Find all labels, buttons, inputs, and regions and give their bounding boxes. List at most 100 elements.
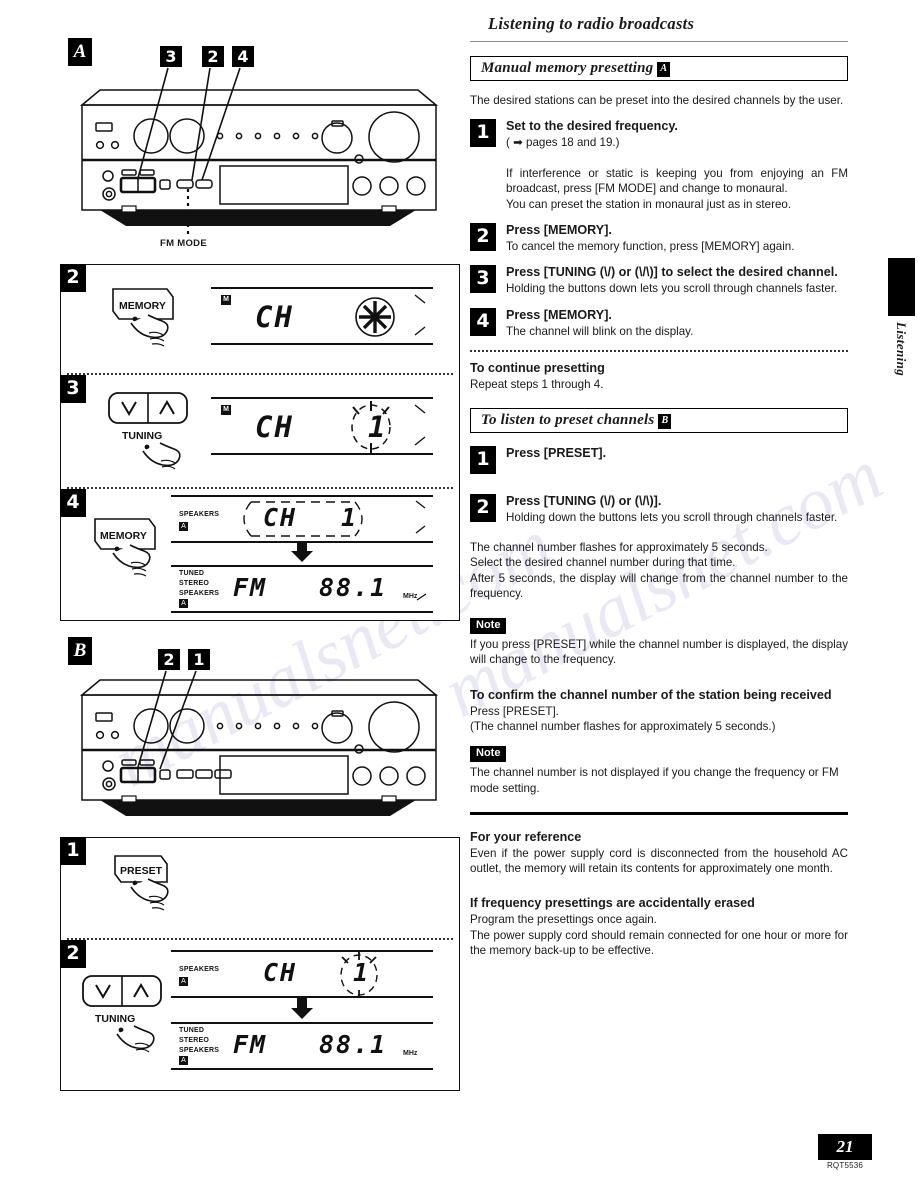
- left-figure-column: A 3 2 4 FM MODE 2 MEMORY M CH 3 TUNING M…: [60, 28, 460, 1091]
- memory-button-illustration[interactable]: MEMORY: [91, 515, 171, 596]
- step-1-title: Set to the desired frequency.: [506, 119, 678, 134]
- title-rule: [470, 41, 848, 42]
- note-tag: Note: [470, 746, 507, 763]
- step-2-b: 2 Press [TUNING (\/) or (\/\)]. Holding …: [470, 493, 848, 525]
- memory-indicator: M: [221, 405, 231, 415]
- blink-oval-outline: [243, 501, 363, 537]
- display-value: 1: [368, 410, 388, 444]
- step-1-number: 1: [470, 445, 496, 474]
- step-1-title: Press [PRESET].: [506, 445, 607, 460]
- display-corner-marks: [414, 404, 426, 446]
- confirm-body-1: Press [PRESET].: [470, 704, 559, 718]
- frequency-value: 88.1: [319, 573, 388, 602]
- speakers-label: SPEAKERS: [179, 590, 220, 597]
- display-step-b2-bottom: TUNED STEREO SPEAKERS A FM 88.1 MHz: [171, 1022, 433, 1070]
- step-3-number: 3: [470, 265, 496, 294]
- intro-paragraph: The desired stations can be preset into …: [470, 94, 844, 107]
- document-code: RQT5536: [826, 1161, 864, 1170]
- step-2-title: Press [TUNING (\/) or (\/\)].: [506, 493, 662, 508]
- step-4-a: 4 Press [MEMORY]. The channel will blink…: [470, 307, 848, 339]
- side-tab-block: [888, 258, 915, 316]
- step-4-title: Press [MEMORY].: [506, 307, 612, 322]
- step-2-body: To cancel the memory function, press [ME…: [506, 240, 795, 254]
- figure-a: A 3 2 4 FM MODE: [60, 28, 460, 260]
- step-2-number: 2: [60, 940, 86, 968]
- display-text: CH: [255, 300, 294, 334]
- display-corner-marks: [415, 500, 426, 534]
- speakers-label: SPEAKERS: [179, 966, 220, 973]
- stereo-indicator: STEREO: [179, 580, 209, 587]
- steps-box-a: 2 MEMORY M CH 3 TUNING M CH 1 4 MEMORY S…: [60, 264, 460, 621]
- erased-body-2: The power supply cord should remain conn…: [470, 928, 848, 958]
- step-2-number: 2: [60, 264, 86, 292]
- step-1-ref: ( ➡ pages 18 and 19.): [506, 136, 620, 150]
- flash-star-icon: [355, 297, 395, 337]
- figure-b: B 2 1: [60, 635, 460, 835]
- steps-box-b: 1 PRESET 2 TUNING SPEAKERS A CH 1 TUNED …: [60, 837, 460, 1091]
- step-2-body: Holding down the buttons lets you scroll…: [506, 510, 838, 524]
- memory-button-illustration[interactable]: MEMORY: [109, 285, 189, 366]
- memory-indicator: M: [221, 295, 231, 305]
- step-1-a: 1 Set to the desired frequency. ( ➡ page…: [470, 118, 848, 212]
- confirm-body-2: (The channel number flashes for approxim…: [470, 719, 776, 733]
- display-value: 1: [353, 958, 371, 987]
- note-2: Note The channel number is not displayed…: [470, 743, 848, 796]
- step-2-number: 2: [470, 223, 496, 252]
- note-1: Note If you press [PRESET] while the cha…: [470, 615, 848, 668]
- note-2-body: The channel number is not displayed if y…: [470, 766, 839, 795]
- transition-arrow-icon: [291, 998, 313, 1019]
- section-bar-label: To listen to preset channels: [481, 411, 655, 428]
- tuned-indicator: TUNED: [179, 1027, 205, 1034]
- svg-text:TUNING: TUNING: [95, 1013, 135, 1025]
- step-3-number: 3: [60, 375, 86, 403]
- step-2-number: 2: [470, 493, 496, 522]
- display-step-3: M CH 1: [211, 397, 433, 455]
- stereo-indicator: STEREO: [179, 1037, 209, 1044]
- erased-heading: If frequency presettings are accidentall…: [470, 896, 755, 911]
- frequency-value: 88.1: [319, 1030, 388, 1059]
- svg-text:MEMORY: MEMORY: [100, 530, 147, 542]
- side-tab-label: Listening: [894, 322, 909, 377]
- receiver-illustration-a: [79, 89, 439, 236]
- page-footer: 21 RQT5536: [818, 1134, 872, 1170]
- section-divider: [470, 812, 848, 815]
- display-text: CH: [263, 503, 298, 532]
- svg-text:TUNING: TUNING: [122, 430, 162, 442]
- step-1-number: 1: [470, 119, 496, 148]
- section-bar-manual-memory-presetting: Manual memory presetting A: [470, 56, 848, 81]
- section-bar-label: Manual memory presetting: [481, 60, 654, 76]
- tuned-indicator: TUNED: [179, 570, 205, 577]
- right-text-column: Listening to radio broadcasts Manual mem…: [470, 14, 848, 963]
- page-number: 21: [818, 1134, 872, 1160]
- display-text: CH: [255, 410, 294, 444]
- fm-mode-caption: FM MODE: [160, 238, 207, 249]
- confirm-heading: To confirm the channel number of the sta…: [470, 687, 832, 702]
- display-step-2: M CH: [211, 287, 433, 345]
- speaker-a-indicator: A: [179, 977, 188, 986]
- display-step-b2-top: SPEAKERS A CH 1: [171, 950, 433, 998]
- step-3-title: Press [TUNING (\/) or (\/\)] to select t…: [506, 265, 838, 280]
- continue-heading: To continue presetting: [470, 361, 605, 376]
- speaker-a-indicator: A: [179, 522, 188, 531]
- tuning-buttons-illustration[interactable]: TUNING: [105, 389, 215, 490]
- svg-text:MEMORY: MEMORY: [119, 300, 166, 312]
- marker-b: B: [658, 413, 672, 429]
- note-1-body: If you press [PRESET] while the channel …: [470, 637, 848, 667]
- speaker-a-indicator: A: [179, 599, 188, 608]
- preset-button-illustration[interactable]: PRESET: [109, 852, 193, 937]
- timing-paragraph: The channel number flashes for approxima…: [470, 541, 848, 601]
- band-label: FM: [233, 1030, 268, 1059]
- continue-body: Repeat steps 1 through 4.: [470, 378, 604, 392]
- reference-body: Even if the power supply cord is disconn…: [470, 846, 848, 876]
- frequency-unit: MHz: [403, 1050, 418, 1057]
- display-corner-marks: [416, 593, 427, 601]
- section-bar-listen-preset-channels: To listen to preset channels B: [470, 407, 848, 433]
- side-tab-listening: Listening: [884, 258, 918, 376]
- step-1-body: If interference or static is keeping you…: [506, 166, 848, 211]
- receiver-illustration-b: [79, 679, 439, 816]
- step-3-body: Holding the buttons down lets you scroll…: [506, 282, 838, 296]
- step-2-title: Press [MEMORY].: [506, 223, 612, 238]
- step-1-number: 1: [60, 837, 86, 865]
- band-label: FM: [233, 573, 268, 602]
- step-2-a: 2 Press [MEMORY]. To cancel the memory f…: [470, 222, 848, 254]
